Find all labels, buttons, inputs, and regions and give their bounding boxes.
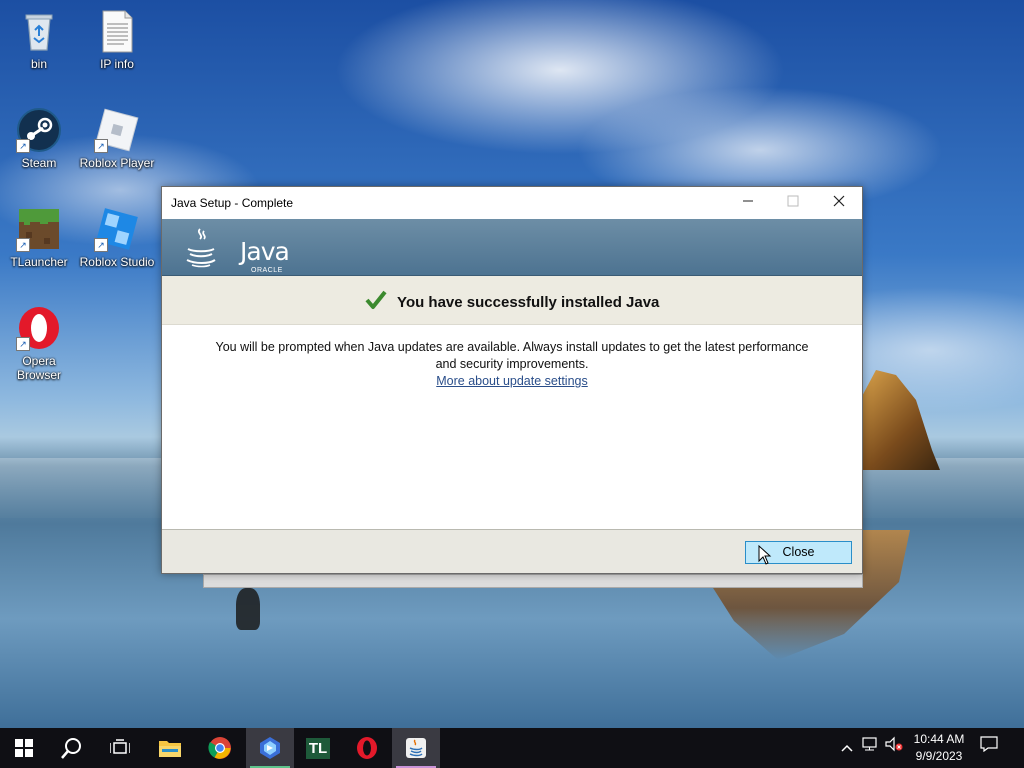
rock-formation (860, 370, 940, 470)
notifications-button[interactable] (980, 728, 1002, 768)
success-message: You have successfully installed Java (397, 294, 660, 311)
chrome-button[interactable] (196, 728, 244, 768)
desktop-icon-label: Roblox Player (79, 156, 155, 170)
shortcut-arrow-icon: ↗ (94, 139, 108, 153)
maximize-icon (787, 195, 799, 207)
window-footer: Close (162, 529, 862, 573)
java-logo: Java ORACLE (184, 225, 290, 274)
taskbar: TL 10:44 AM 9/9/2023 (0, 728, 1024, 768)
folder-icon (159, 741, 181, 757)
desktop-icon-bin[interactable]: bin (0, 8, 78, 71)
background-window-edge (203, 574, 863, 588)
close-button[interactable]: Close (745, 541, 852, 565)
notification-icon (980, 736, 998, 753)
minimize-icon (743, 200, 753, 202)
desktop-icon-label: IP info (100, 57, 134, 71)
search-button[interactable] (48, 728, 96, 768)
task-view-icon (110, 739, 130, 754)
desktop-icon-roblox-player[interactable]: ↗ Roblox Player (78, 107, 156, 170)
opera-icon: ↗ (16, 305, 62, 351)
desktop-icon-ip-info[interactable]: IP info (78, 8, 156, 71)
java-cup-icon (186, 228, 216, 268)
steam-icon: ↗ (16, 107, 62, 153)
close-icon (833, 195, 845, 207)
task-view-button[interactable] (96, 728, 144, 768)
update-info-line2: and security improvements. (435, 357, 589, 371)
bing-icon (260, 737, 280, 759)
desktop-icon-label: Steam (21, 156, 57, 170)
mouse-cursor-icon (758, 545, 772, 565)
roblox-studio-icon: ↗ (94, 206, 140, 252)
shortcut-arrow-icon: ↗ (16, 238, 30, 252)
desktop-icon-tlauncher[interactable]: ↗ TLauncher (0, 206, 78, 269)
clock-date: 9/9/2023 (915, 749, 963, 763)
text-file-icon (94, 8, 140, 54)
opera-icon (357, 737, 377, 759)
opera-button[interactable] (343, 728, 391, 768)
update-info-line1: You will be prompted when Java updates a… (215, 340, 809, 354)
tlauncher-tb-icon: TL (305, 737, 331, 759)
network-icon (862, 737, 877, 751)
desktop-icon-label: TLauncher (10, 255, 68, 269)
desktop-icon-opera[interactable]: ↗ Opera Browser (0, 305, 78, 382)
shortcut-arrow-icon: ↗ (16, 139, 30, 153)
desktop-icon-label: Roblox Studio (79, 255, 155, 269)
window-title: Java Setup - Complete (171, 196, 294, 210)
desktop-icon-roblox-studio[interactable]: ↗ Roblox Studio (78, 206, 156, 269)
window-titlebar[interactable]: Java Setup - Complete (162, 187, 862, 219)
bing-app-button[interactable] (246, 728, 294, 768)
search-icon (61, 738, 81, 759)
success-header: You have successfully installed Java (162, 276, 862, 325)
desktop-icon-steam[interactable]: ↗ Steam (0, 107, 78, 170)
java-setup-window: Java Setup - Complete Java ORACLE You ha… (161, 186, 863, 574)
volume-muted-icon (885, 736, 903, 752)
tlauncher-icon: ↗ (16, 206, 62, 252)
shortcut-arrow-icon: ↗ (16, 337, 30, 351)
close-button-label: Close (782, 545, 815, 559)
close-window-button[interactable] (816, 187, 862, 219)
chevron-up-icon (841, 744, 853, 752)
minimize-button[interactable] (725, 187, 771, 219)
chrome-icon (208, 737, 231, 759)
checkmark-icon (365, 290, 387, 315)
tlauncher-button[interactable]: TL (294, 728, 342, 768)
desktop-icon-label: Opera Browser (16, 354, 61, 382)
update-settings-link[interactable]: More about update settings (436, 374, 588, 388)
oracle-wordmark: ORACLE (251, 267, 283, 274)
clock-time: 10:44 AM (913, 732, 965, 746)
java-wordmark: Java (240, 237, 290, 266)
java-banner: Java ORACLE (162, 219, 862, 276)
roblox-player-icon: ↗ (94, 107, 140, 153)
volume-button[interactable] (885, 728, 905, 768)
file-explorer-button[interactable] (146, 728, 194, 768)
java-icon (406, 738, 426, 758)
network-button[interactable] (861, 728, 881, 768)
shortcut-arrow-icon: ↗ (94, 238, 108, 252)
java-setup-taskbar-button[interactable] (392, 728, 440, 768)
system-clock[interactable]: 10:44 AM 9/9/2023 (906, 731, 972, 765)
start-button[interactable] (0, 728, 48, 768)
show-hidden-icons-button[interactable] (838, 728, 856, 768)
recycle-bin-icon (16, 8, 62, 54)
maximize-button (770, 187, 816, 219)
windows-logo-icon (15, 739, 33, 757)
content-area: You will be prompted when Java updates a… (162, 325, 862, 528)
desktop-icon-label: bin (30, 57, 47, 71)
person-silhouette (236, 588, 260, 630)
